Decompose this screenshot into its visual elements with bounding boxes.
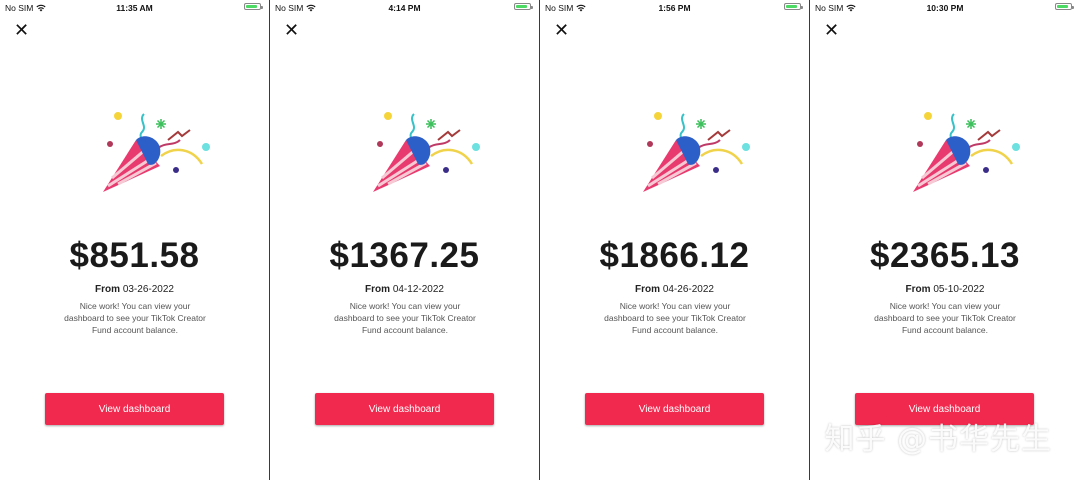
payout-date: 04-26-2022 <box>662 284 714 295</box>
close-icon[interactable]: ✕ <box>14 21 29 39</box>
party-popper-icon <box>373 112 480 192</box>
view-dashboard-button[interactable]: View dashboard <box>585 393 764 425</box>
clock: 11:35 AM <box>116 3 153 13</box>
clock: 4:14 PM <box>388 3 421 13</box>
battery-icon <box>244 3 263 10</box>
party-popper-icon <box>103 112 210 192</box>
clock: 1:56 PM <box>658 3 691 13</box>
status-bar: No SIM 10:30 PM <box>810 0 1080 16</box>
status-bar: No SIM 1:56 PM <box>540 0 809 16</box>
battery-icon <box>784 3 803 10</box>
battery-level <box>516 5 528 8</box>
payout-screen-3: No SIM 1:56 PM ✕ $1866.12 From 04-26-202… <box>540 0 810 480</box>
close-icon[interactable]: ✕ <box>554 21 569 39</box>
battery-icon <box>1055 3 1074 10</box>
party-popper-icon <box>913 112 1020 192</box>
payout-description: Nice work! You can view your dashboard t… <box>604 301 746 335</box>
payout-date: 03-26-2022 <box>122 284 174 295</box>
close-icon[interactable]: ✕ <box>824 21 839 39</box>
watermark: 知乎 @书华先生 <box>824 422 1052 457</box>
clock: 10:30 PM <box>926 3 964 13</box>
close-icon[interactable]: ✕ <box>284 21 299 39</box>
screenshot-collage: No SIM 11:35 AM ✕ $851.58 From 03-26-202… <box>0 0 1080 480</box>
view-dashboard-button[interactable]: View dashboard <box>45 393 224 425</box>
from-label: From <box>95 284 121 295</box>
from-label: From <box>635 284 661 295</box>
payout-amount: $1367.25 <box>329 236 480 275</box>
payout-date: 04-12-2022 <box>392 284 444 295</box>
payout-description: Nice work! You can view your dashboard t… <box>874 301 1016 335</box>
payout-date-line: From 05-10-2022 <box>810 284 1080 295</box>
view-dashboard-button[interactable]: View dashboard <box>315 393 494 425</box>
payout-amount: $1866.12 <box>599 236 750 275</box>
payout-date-line: From 03-26-2022 <box>0 284 269 295</box>
party-popper-icon <box>643 112 750 192</box>
status-bar: No SIM 4:14 PM <box>270 0 539 16</box>
payout-amount: $851.58 <box>69 236 200 275</box>
status-bar: No SIM 11:35 AM <box>0 0 269 16</box>
payout-screen-1: No SIM 11:35 AM ✕ $851.58 From 03-26-202… <box>0 0 270 480</box>
battery-level <box>246 5 258 8</box>
from-label: From <box>905 284 931 295</box>
payout-date-line: From 04-26-2022 <box>540 284 809 295</box>
battery-icon <box>514 3 533 10</box>
battery-level <box>786 5 798 8</box>
payout-description: Nice work! You can view your dashboard t… <box>64 301 206 335</box>
payout-screen-2: No SIM 4:14 PM ✕ $1367.25 From 04-12-202… <box>270 0 540 480</box>
payout-date-line: From 04-12-2022 <box>270 284 539 295</box>
from-label: From <box>365 284 391 295</box>
payout-screen-4: No SIM 10:30 PM ✕ $2365.13 From 05-10-20… <box>810 0 1080 480</box>
payout-description: Nice work! You can view your dashboard t… <box>334 301 476 335</box>
payout-amount: $2365.13 <box>870 236 1020 275</box>
battery-level <box>1057 5 1069 8</box>
payout-date: 05-10-2022 <box>933 284 985 295</box>
